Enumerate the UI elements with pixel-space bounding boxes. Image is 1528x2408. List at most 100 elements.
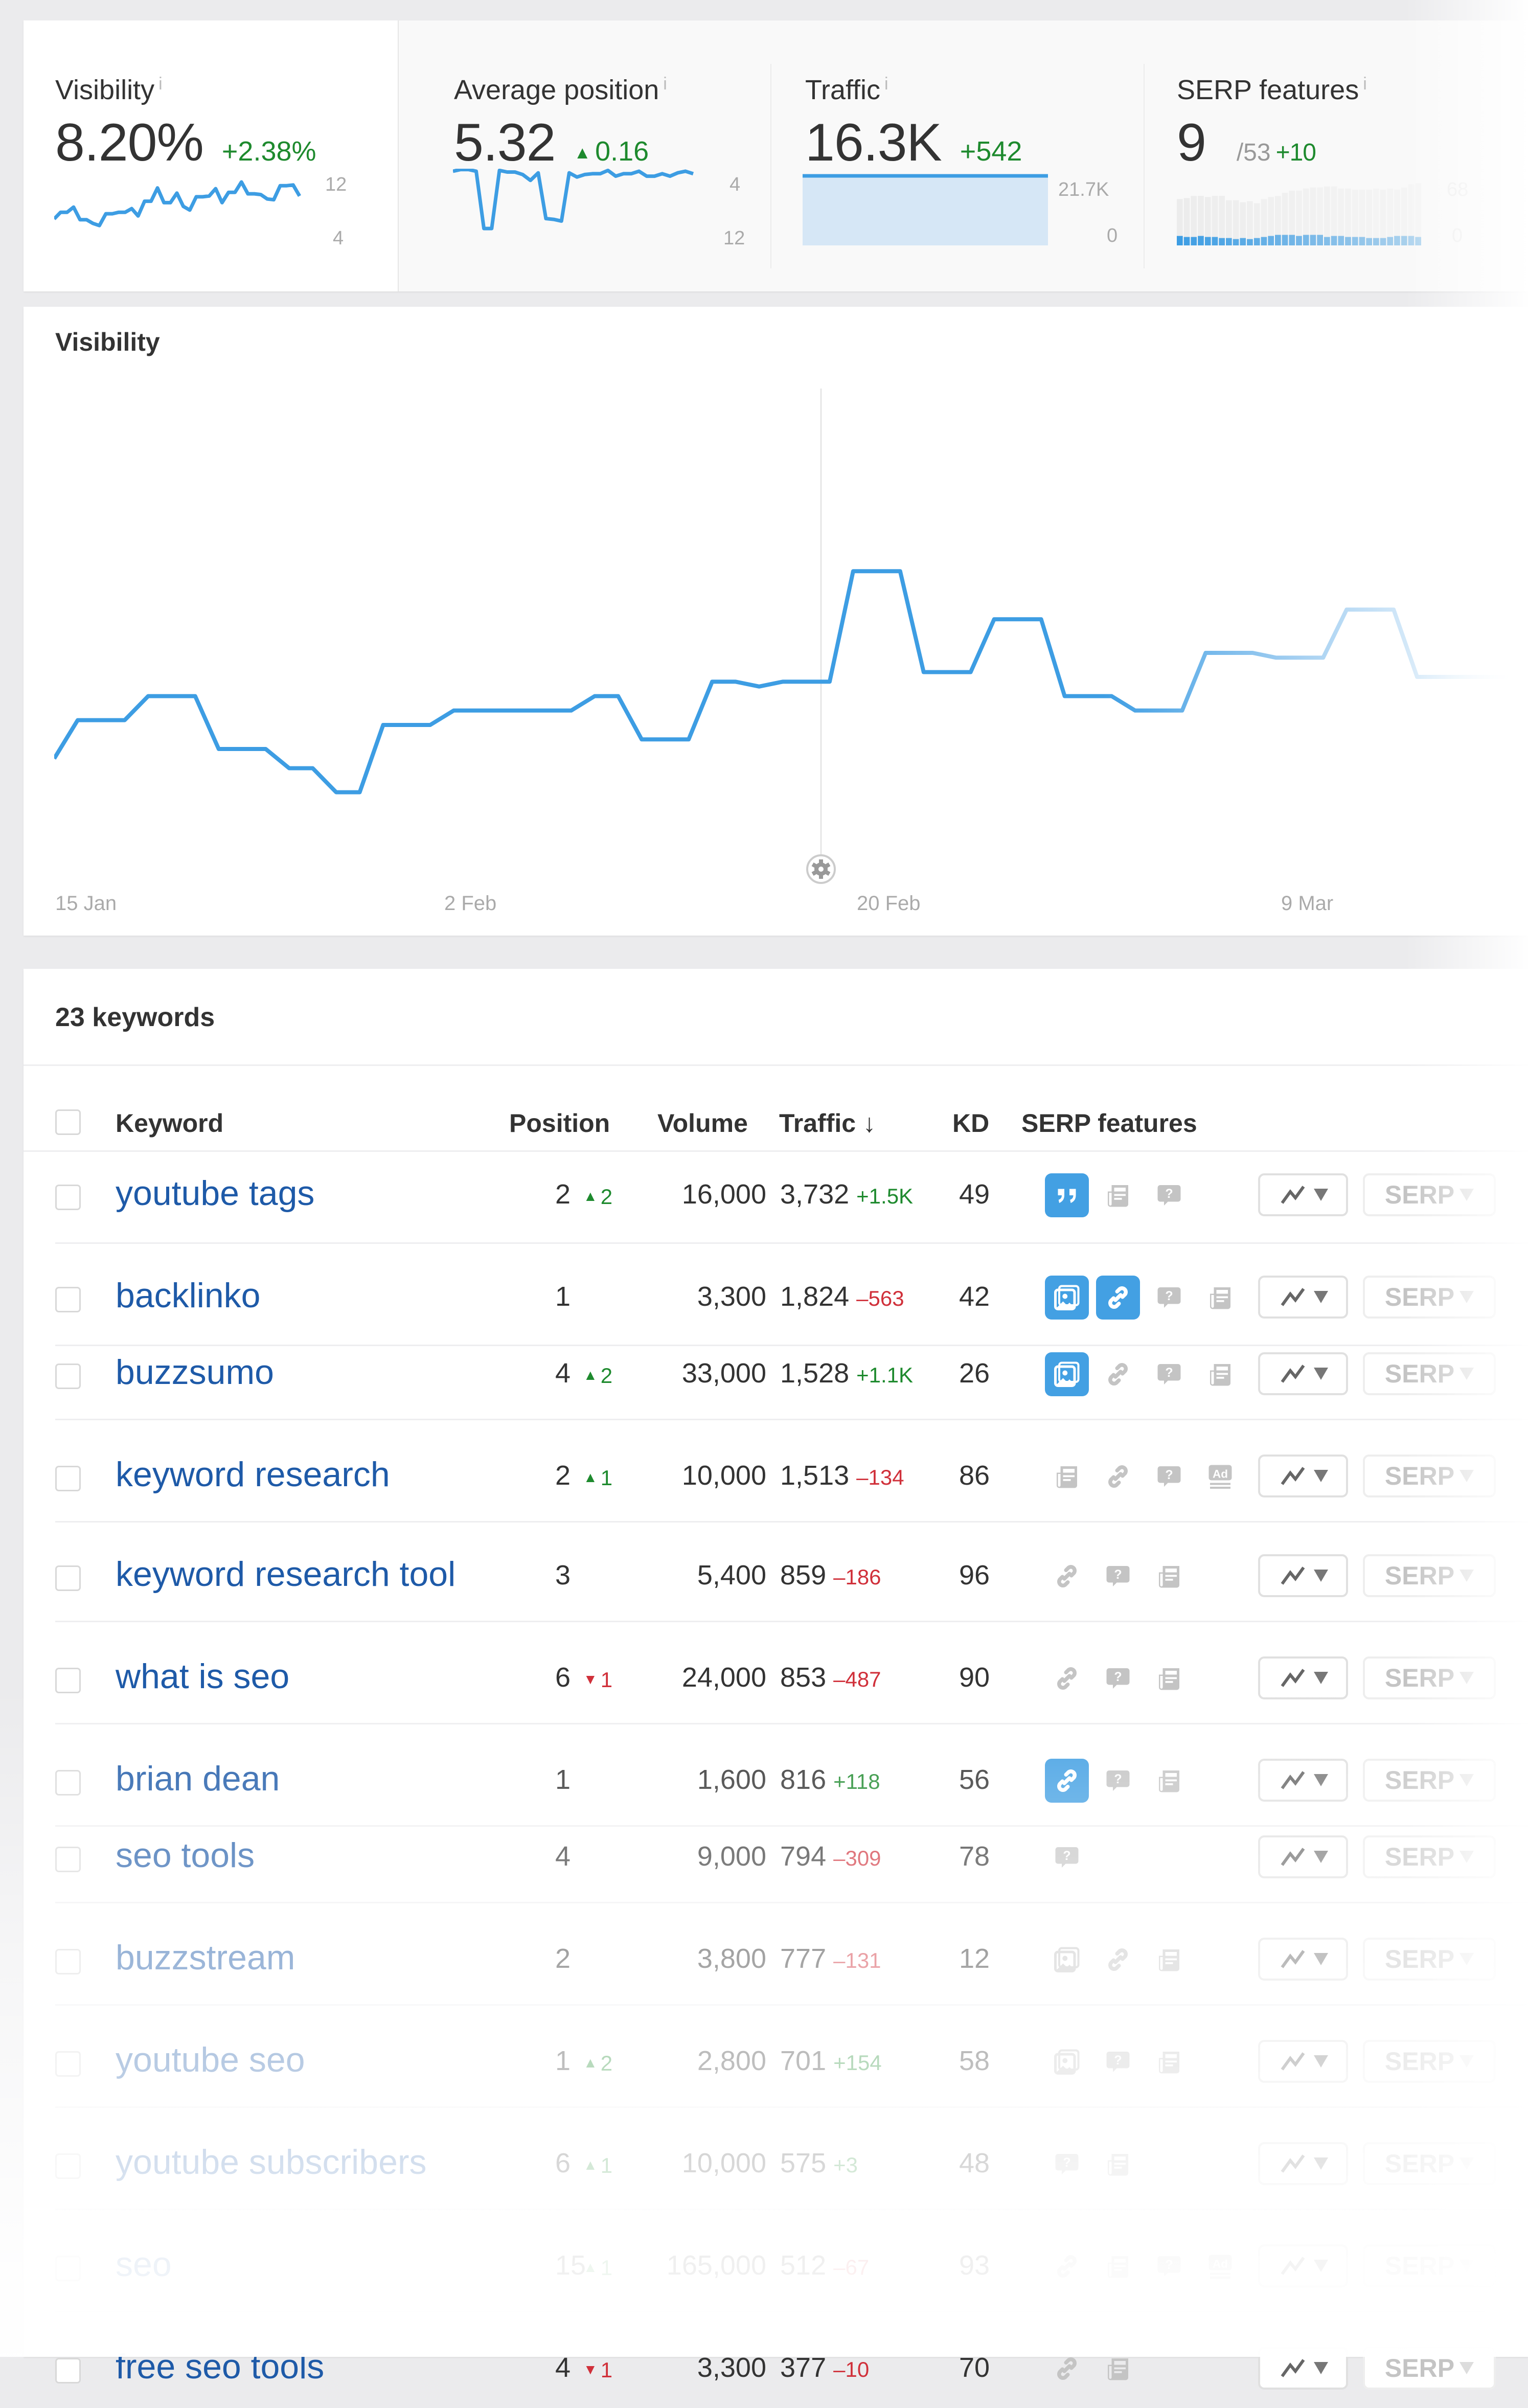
question-icon[interactable]: ? <box>1147 1455 1191 1498</box>
keyword-link[interactable]: backlinko <box>116 1276 261 1315</box>
question-icon[interactable]: ? <box>1096 2040 1140 2084</box>
row-checkbox[interactable] <box>55 2358 81 2383</box>
info-icon[interactable]: i <box>1363 74 1367 94</box>
news-icon[interactable] <box>1198 1352 1242 1396</box>
serp-dropdown-button[interactable]: SERP <box>1363 1173 1496 1216</box>
row-checkbox[interactable] <box>55 1364 81 1389</box>
serp-dropdown-button[interactable]: SERP <box>1363 1554 1496 1597</box>
keyword-link[interactable]: youtube subscribers <box>116 2142 427 2182</box>
chart-dropdown-button[interactable] <box>1258 2040 1348 2083</box>
keyword-link[interactable]: buzzsumo <box>116 1352 274 1392</box>
question-icon[interactable]: ? <box>1096 1554 1140 1598</box>
link-icon[interactable] <box>1096 1352 1140 1396</box>
metric-card-serp-features[interactable]: SERP featuresi 9/53+10 68 0 <box>1145 20 1528 291</box>
image-icon[interactable] <box>1045 2040 1089 2084</box>
column-header-volume[interactable]: Volume <box>657 1108 748 1138</box>
row-checkbox[interactable] <box>55 1847 81 1872</box>
chart-dropdown-button[interactable] <box>1258 1938 1348 1981</box>
news-icon[interactable] <box>1096 1173 1140 1217</box>
serp-dropdown-button[interactable]: SERP <box>1363 1938 1496 1981</box>
chart-dropdown-button[interactable] <box>1258 1276 1348 1319</box>
chart-dropdown-button[interactable] <box>1258 1759 1348 1802</box>
news-icon[interactable] <box>1096 2244 1140 2288</box>
select-all-checkbox[interactable] <box>55 1109 81 1135</box>
chart-dropdown-button[interactable] <box>1258 2347 1348 2390</box>
link-icon[interactable] <box>1045 1656 1089 1700</box>
chart-dropdown-button[interactable] <box>1258 2142 1348 2185</box>
ad-icon[interactable]: Ad <box>1198 2244 1242 2288</box>
keyword-link[interactable]: seo tools <box>116 1835 255 1875</box>
news-icon[interactable] <box>1147 1759 1191 1803</box>
image-icon[interactable] <box>1045 1276 1089 1320</box>
question-icon[interactable]: ? <box>1096 1759 1140 1803</box>
keyword-link[interactable]: free seo tools <box>116 2347 324 2387</box>
chart-dropdown-button[interactable] <box>1258 1352 1348 1395</box>
keyword-link[interactable]: keyword research tool <box>116 1554 455 1594</box>
keyword-link[interactable]: what is seo <box>116 1656 289 1696</box>
link-icon[interactable] <box>1096 1938 1140 1982</box>
serp-dropdown-button[interactable]: SERP <box>1363 1835 1496 1878</box>
chart-dropdown-button[interactable] <box>1258 1455 1348 1497</box>
link-icon[interactable] <box>1045 2347 1089 2391</box>
keyword-link[interactable]: youtube tags <box>116 1173 314 1213</box>
chart-dropdown-button[interactable] <box>1258 1554 1348 1597</box>
row-checkbox[interactable] <box>55 1668 81 1693</box>
row-checkbox[interactable] <box>55 1287 81 1312</box>
column-header-position[interactable]: Position <box>509 1108 610 1138</box>
keyword-link[interactable]: seo <box>116 2244 172 2284</box>
info-icon[interactable]: i <box>158 74 163 94</box>
keyword-link[interactable]: keyword research <box>116 1455 390 1494</box>
news-icon[interactable] <box>1198 1276 1242 1320</box>
image-icon[interactable] <box>1045 1352 1089 1396</box>
news-icon[interactable] <box>1096 2347 1140 2391</box>
row-checkbox[interactable] <box>55 1949 81 1974</box>
news-icon[interactable] <box>1045 1455 1089 1498</box>
keyword-link[interactable]: buzzstream <box>116 1938 295 1978</box>
row-checkbox[interactable] <box>55 2153 81 2179</box>
serp-dropdown-button[interactable]: SERP <box>1363 1759 1496 1802</box>
metric-card-traffic[interactable]: Traffici 16.3K+542 21.7K 0 <box>772 20 1145 291</box>
link-icon[interactable] <box>1045 1554 1089 1598</box>
chart-dropdown-button[interactable] <box>1258 1835 1348 1878</box>
news-icon[interactable] <box>1147 1656 1191 1700</box>
chart-dropdown-button[interactable] <box>1258 1656 1348 1699</box>
row-checkbox[interactable] <box>55 2256 81 2281</box>
link-icon[interactable] <box>1096 1276 1140 1320</box>
serp-dropdown-button[interactable]: SERP <box>1363 1455 1496 1497</box>
question-icon[interactable]: ? <box>1147 2244 1191 2288</box>
row-checkbox[interactable] <box>55 1770 81 1796</box>
gear-icon[interactable] <box>807 855 835 883</box>
row-checkbox[interactable] <box>55 1466 81 1491</box>
serp-dropdown-button[interactable]: SERP <box>1363 2347 1496 2390</box>
keyword-link[interactable]: brian dean <box>116 1759 280 1799</box>
serp-dropdown-button[interactable]: SERP <box>1363 2040 1496 2083</box>
serp-dropdown-button[interactable]: SERP <box>1363 2142 1496 2185</box>
column-header-kd[interactable]: KD <box>952 1108 989 1138</box>
chart-dropdown-button[interactable] <box>1258 1173 1348 1216</box>
metric-card-visibility[interactable]: Visibilityi 8.20%+2.38% 12 4 <box>24 20 399 291</box>
link-icon[interactable] <box>1045 1759 1089 1803</box>
quote-icon[interactable] <box>1045 1173 1089 1217</box>
serp-dropdown-button[interactable]: SERP <box>1363 1352 1496 1395</box>
column-header-serp-features[interactable]: SERP features <box>1021 1108 1197 1138</box>
image-icon[interactable] <box>1045 1938 1089 1982</box>
question-icon[interactable]: ? <box>1147 1352 1191 1396</box>
row-checkbox[interactable] <box>55 1185 81 1210</box>
column-header-traffic[interactable]: Traffic ↓ <box>779 1108 876 1138</box>
ad-icon[interactable]: Ad <box>1198 1455 1242 1498</box>
visibility-line-chart[interactable] <box>54 383 1528 884</box>
info-icon[interactable]: i <box>663 74 667 94</box>
question-icon[interactable]: ? <box>1096 1656 1140 1700</box>
keyword-link[interactable]: youtube seo <box>116 2040 305 2080</box>
info-icon[interactable]: i <box>884 74 888 94</box>
metric-card-average-position[interactable]: Average positioni 5.32▲0.16 4 12 <box>399 20 772 291</box>
question-icon[interactable]: ? <box>1147 1276 1191 1320</box>
row-checkbox[interactable] <box>55 2051 81 2077</box>
serp-dropdown-button[interactable]: SERP <box>1363 1276 1496 1319</box>
news-icon[interactable] <box>1147 1554 1191 1598</box>
news-icon[interactable] <box>1096 2142 1140 2186</box>
row-checkbox[interactable] <box>55 1565 81 1591</box>
serp-dropdown-button[interactable]: SERP <box>1363 2244 1496 2287</box>
link-icon[interactable] <box>1045 2244 1089 2288</box>
question-icon[interactable]: ? <box>1045 2142 1089 2186</box>
